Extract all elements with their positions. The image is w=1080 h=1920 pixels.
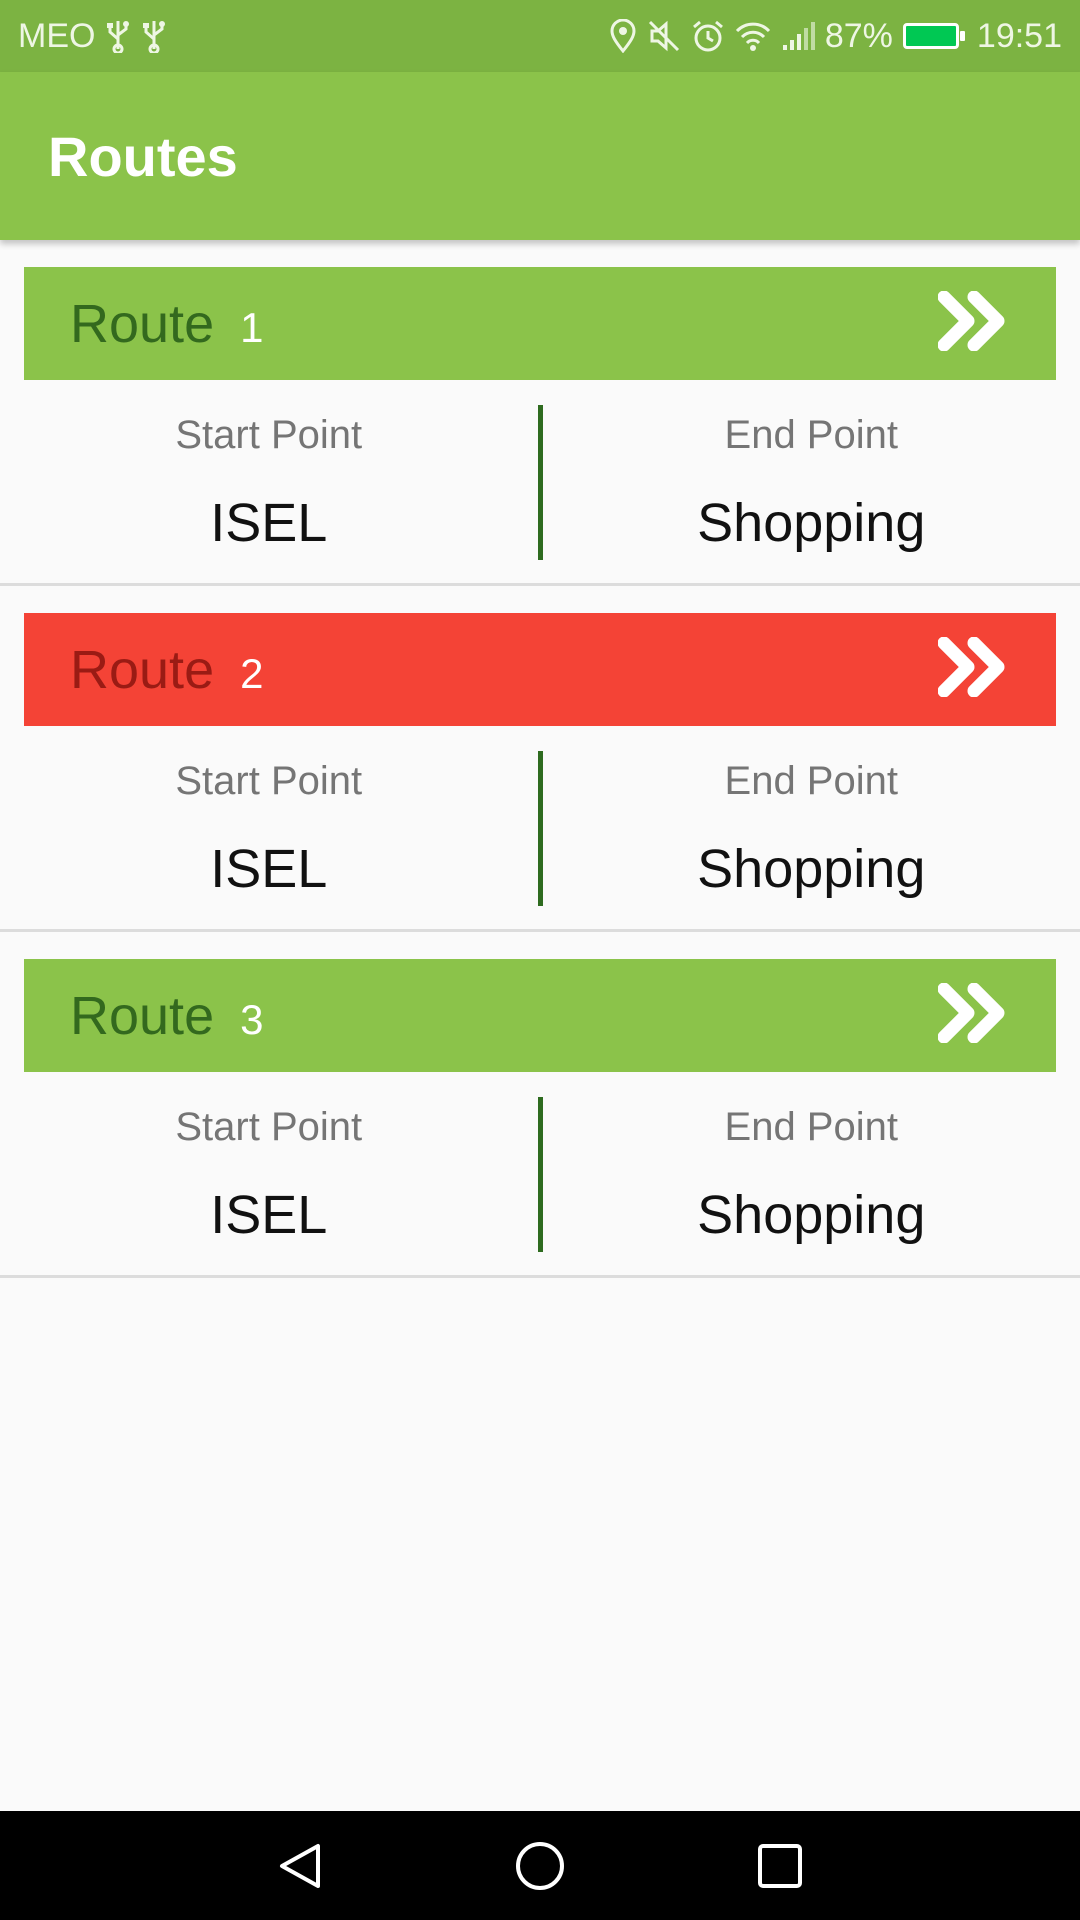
route-card[interactable]: Route 2 Start Point ISEL End Point Shopping bbox=[0, 586, 1080, 932]
double-chevron-right-icon bbox=[937, 636, 1008, 702]
start-point-label: Start Point bbox=[175, 759, 363, 803]
end-point: End Point Shopping bbox=[543, 405, 1080, 560]
end-point-label: End Point bbox=[724, 1105, 898, 1149]
end-point-label: End Point bbox=[724, 759, 898, 803]
route-card[interactable]: Route 1 Start Point ISEL End Point Shopping bbox=[0, 240, 1080, 586]
route-number: 1 bbox=[240, 303, 264, 351]
end-point: End Point Shopping bbox=[543, 1097, 1080, 1252]
end-point-value: Shopping bbox=[697, 1185, 926, 1245]
route-label: Route bbox=[70, 985, 215, 1046]
route-title: Route 1 bbox=[70, 293, 263, 355]
route-header[interactable]: Route 2 bbox=[24, 613, 1056, 726]
back-button[interactable] bbox=[255, 1821, 345, 1911]
route-card[interactable]: Route 3 Start Point ISEL End Point Shopping bbox=[0, 932, 1080, 1278]
status-bar: MEO 87% 19:51 bbox=[0, 0, 1080, 72]
usb-icon bbox=[141, 19, 167, 53]
start-point: Start Point ISEL bbox=[0, 751, 538, 906]
alarm-icon bbox=[691, 19, 725, 53]
route-points: Start Point ISEL End Point Shopping bbox=[0, 1097, 1080, 1252]
back-icon bbox=[280, 1843, 320, 1888]
route-points: Start Point ISEL End Point Shopping bbox=[0, 405, 1080, 560]
start-point-value: ISEL bbox=[210, 1185, 328, 1245]
status-left: MEO bbox=[18, 17, 167, 56]
route-number: 3 bbox=[240, 995, 264, 1043]
route-label: Route bbox=[70, 293, 215, 354]
route-header[interactable]: Route 1 bbox=[24, 267, 1056, 380]
start-point-value: ISEL bbox=[210, 493, 328, 553]
battery-percent: 87% bbox=[824, 16, 893, 55]
signal-icon bbox=[781, 21, 815, 51]
start-point: Start Point ISEL bbox=[0, 405, 538, 560]
recents-button[interactable] bbox=[735, 1821, 825, 1911]
route-title: Route 3 bbox=[70, 985, 263, 1047]
end-point-value: Shopping bbox=[697, 493, 926, 553]
clock: 19:51 bbox=[976, 16, 1062, 55]
usb-icon bbox=[105, 19, 131, 53]
end-point: End Point Shopping bbox=[543, 751, 1080, 906]
route-header[interactable]: Route 3 bbox=[24, 959, 1056, 1072]
route-label: Route bbox=[70, 639, 215, 700]
app-bar: Routes bbox=[0, 72, 1080, 240]
double-chevron-right-icon bbox=[937, 290, 1008, 356]
route-points: Start Point ISEL End Point Shopping bbox=[0, 751, 1080, 906]
recents-icon bbox=[758, 1843, 802, 1888]
route-list: Route 1 Start Point ISEL End Point Shopping Ro… bbox=[0, 240, 1080, 1278]
end-point-value: Shopping bbox=[697, 839, 926, 899]
open-route-button[interactable] bbox=[937, 636, 1008, 702]
page-title: Routes bbox=[48, 124, 238, 188]
open-route-button[interactable] bbox=[937, 290, 1008, 356]
open-route-button[interactable] bbox=[937, 982, 1008, 1048]
start-point: Start Point ISEL bbox=[0, 1097, 538, 1252]
double-chevron-right-icon bbox=[937, 982, 1008, 1048]
route-number: 2 bbox=[240, 649, 264, 697]
wifi-icon bbox=[735, 21, 771, 51]
status-right: 87% 19:51 bbox=[609, 17, 1062, 56]
end-point-label: End Point bbox=[724, 413, 898, 457]
start-point-value: ISEL bbox=[210, 839, 328, 899]
location-icon bbox=[609, 19, 637, 53]
home-icon bbox=[516, 1841, 564, 1890]
navigation-bar bbox=[0, 1811, 1080, 1920]
start-point-label: Start Point bbox=[175, 413, 363, 457]
home-button[interactable] bbox=[495, 1821, 585, 1911]
mute-icon bbox=[647, 19, 681, 53]
battery-charging-icon bbox=[902, 23, 965, 49]
carrier-label: MEO bbox=[18, 16, 96, 55]
start-point-label: Start Point bbox=[175, 1105, 363, 1149]
route-title: Route 2 bbox=[70, 639, 263, 701]
